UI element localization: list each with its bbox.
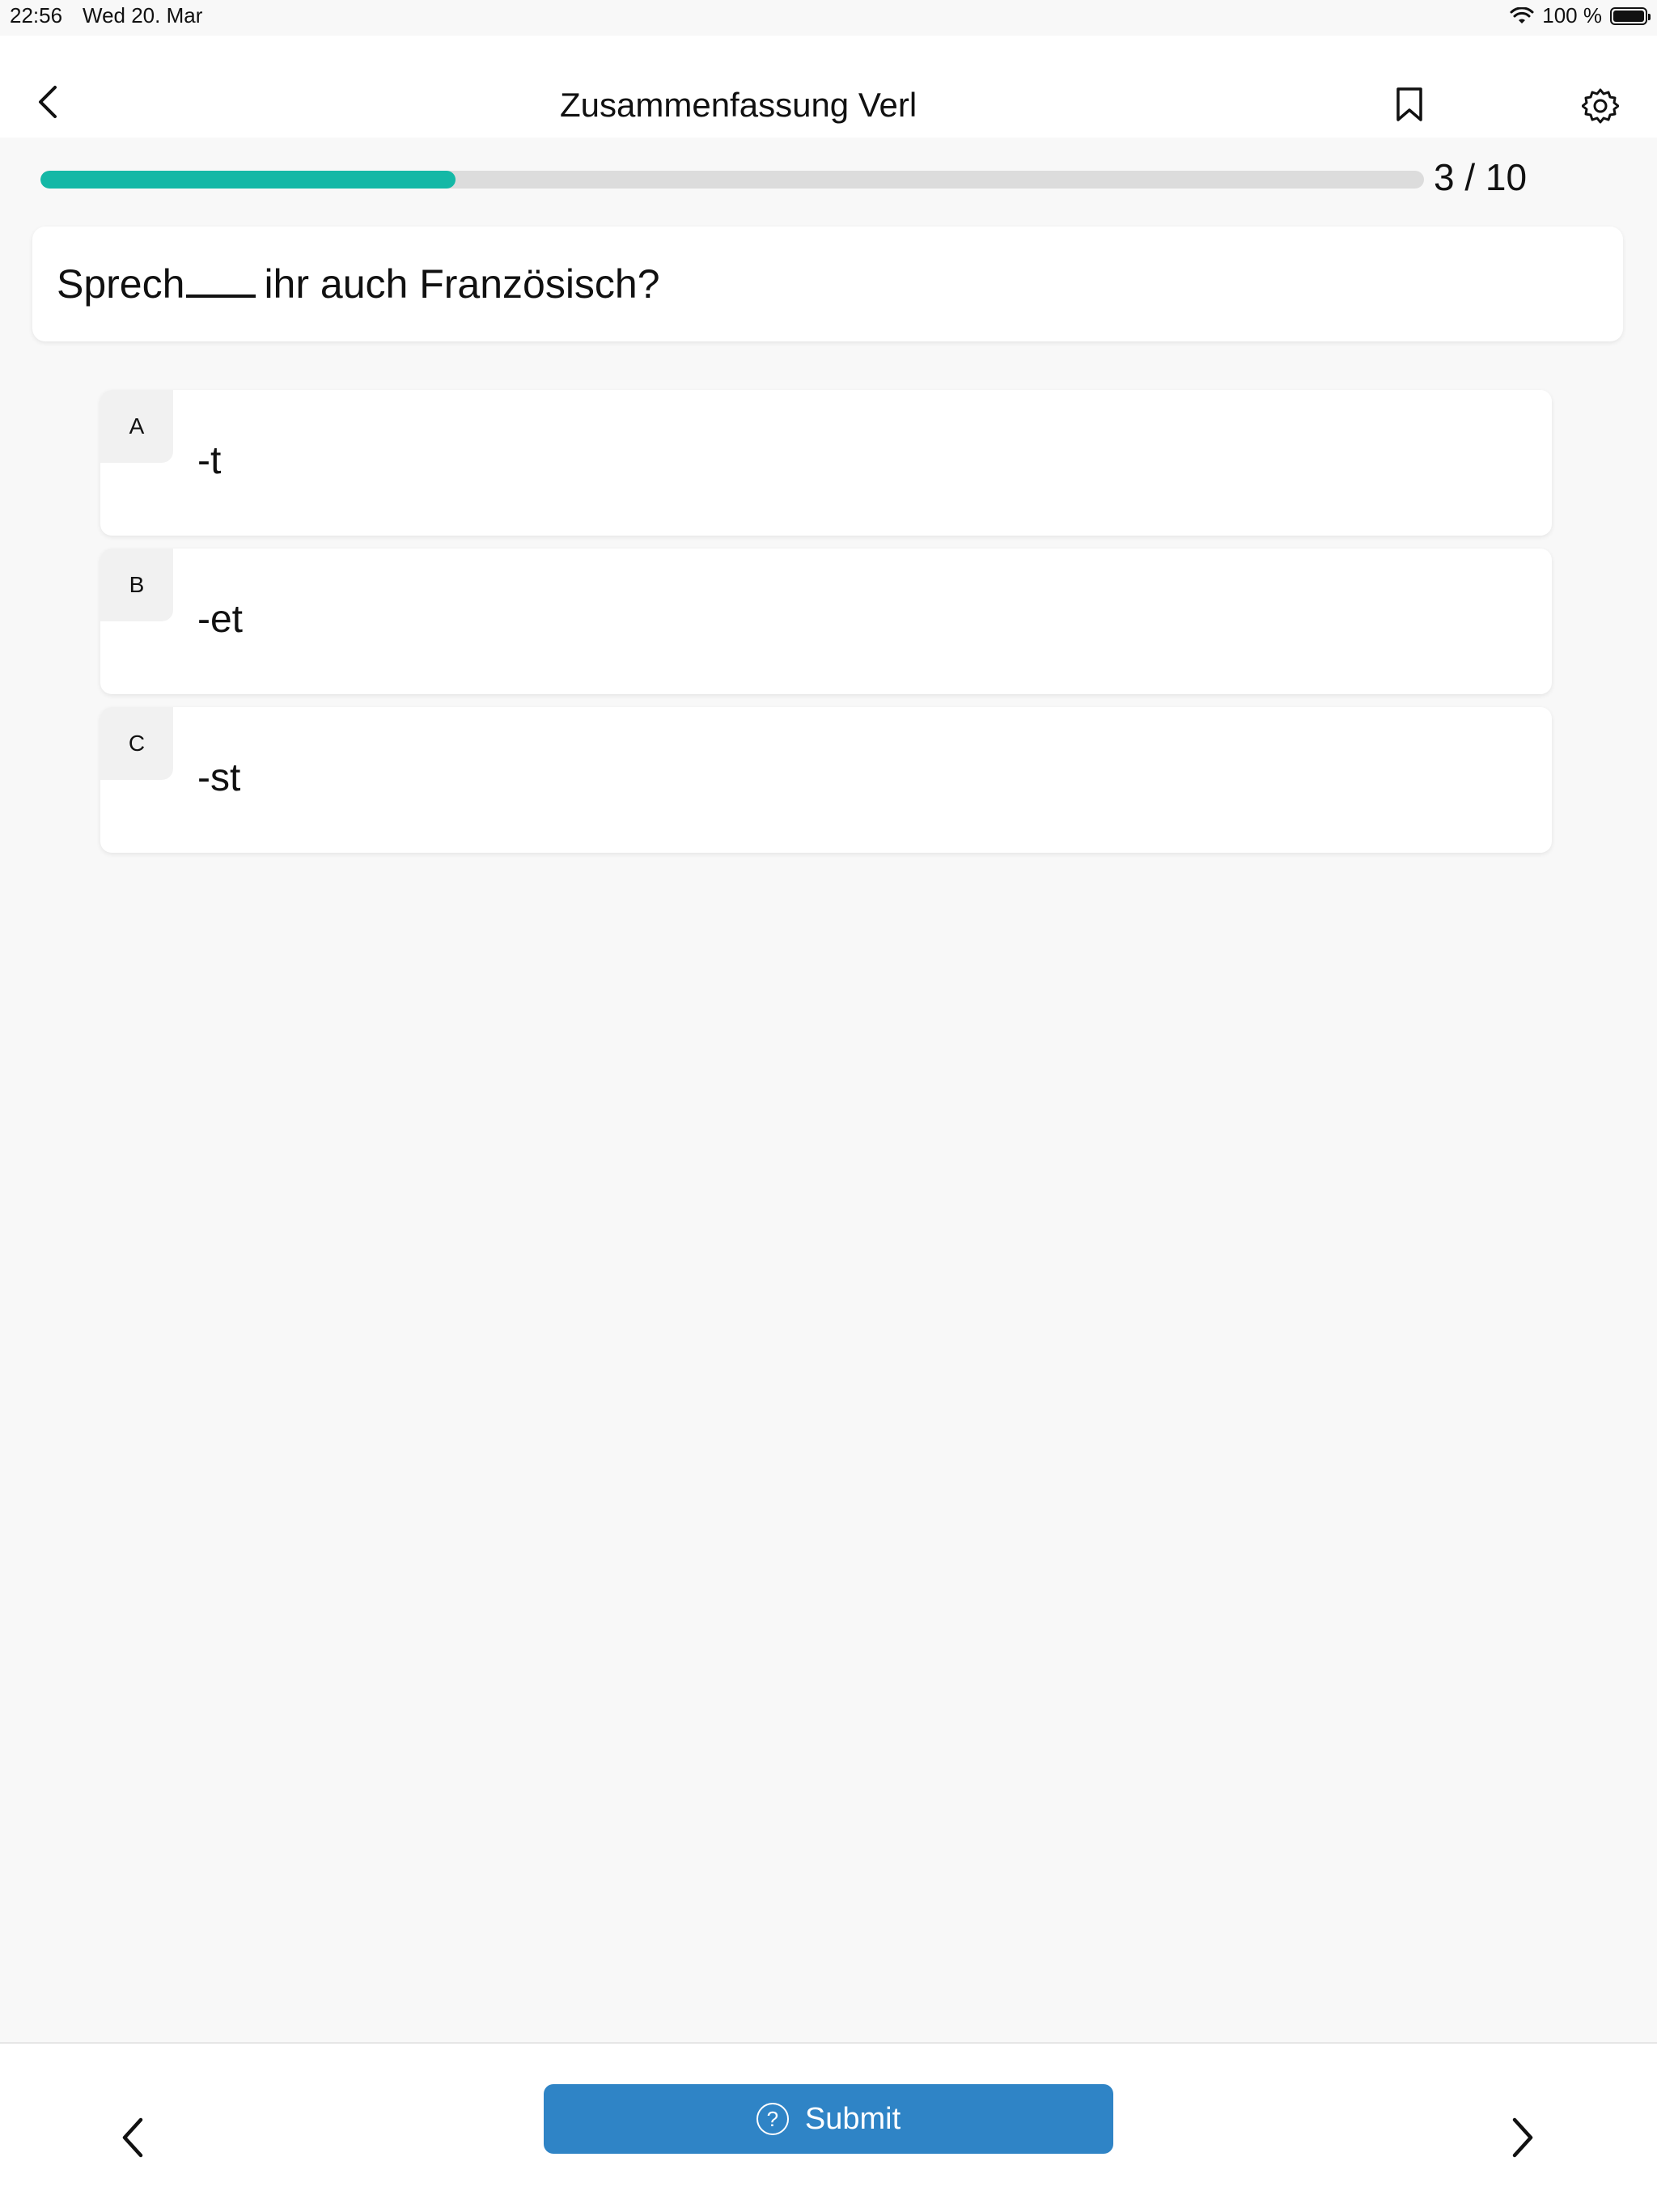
answer-option-c[interactable]: C -st xyxy=(100,707,1552,853)
option-text: -et xyxy=(197,598,244,641)
settings-button[interactable] xyxy=(1582,87,1619,125)
next-question-button[interactable] xyxy=(1507,2115,1539,2160)
option-text: -t xyxy=(197,439,222,482)
battery-percentage: 100 % xyxy=(1542,3,1602,28)
progress-counter: 3 / 10 xyxy=(1434,156,1528,198)
gear-icon xyxy=(1582,88,1619,124)
battery-icon xyxy=(1610,6,1651,25)
chevron-left-icon xyxy=(39,86,57,118)
question-blank xyxy=(186,262,256,298)
answer-option-a[interactable]: A -t xyxy=(100,390,1552,536)
option-text: -st xyxy=(197,756,241,799)
chevron-left-icon xyxy=(122,2117,143,2158)
progress-bar xyxy=(40,171,1424,189)
wifi-icon xyxy=(1510,6,1534,23)
bookmark-button[interactable] xyxy=(1393,86,1426,123)
bookmark-icon xyxy=(1396,87,1422,121)
submit-label: Submit xyxy=(804,2101,901,2136)
answer-option-b[interactable]: B -et xyxy=(100,549,1552,694)
question-before-blank: Sprech xyxy=(57,261,185,307)
back-button[interactable] xyxy=(31,84,66,120)
status-bar: 22:56 Wed 20. Mar 100 % xyxy=(0,0,1657,36)
option-letter: A xyxy=(100,390,173,463)
previous-question-button[interactable] xyxy=(117,2115,149,2160)
option-letter: C xyxy=(100,707,173,780)
question-card: Sprech ihr auch Französisch? xyxy=(32,227,1623,341)
chevron-right-icon xyxy=(1512,2117,1533,2158)
question-text: Sprech ihr auch Französisch? xyxy=(57,261,660,307)
battery-level xyxy=(1613,10,1644,22)
status-time: 22:56 xyxy=(10,3,63,28)
status-indicators: 100 % xyxy=(1510,3,1651,28)
help-icon: ? xyxy=(756,2103,789,2135)
question-after-blank: ihr auch Französisch? xyxy=(264,261,660,307)
page-title: Zusammenfassung Verl xyxy=(560,86,917,124)
footer-bar: ? Submit xyxy=(0,2042,1657,2212)
status-date: Wed 20. Mar xyxy=(83,3,203,28)
progress-fill xyxy=(40,171,456,189)
option-letter: B xyxy=(100,549,173,621)
submit-button[interactable]: ? Submit xyxy=(544,2084,1113,2154)
